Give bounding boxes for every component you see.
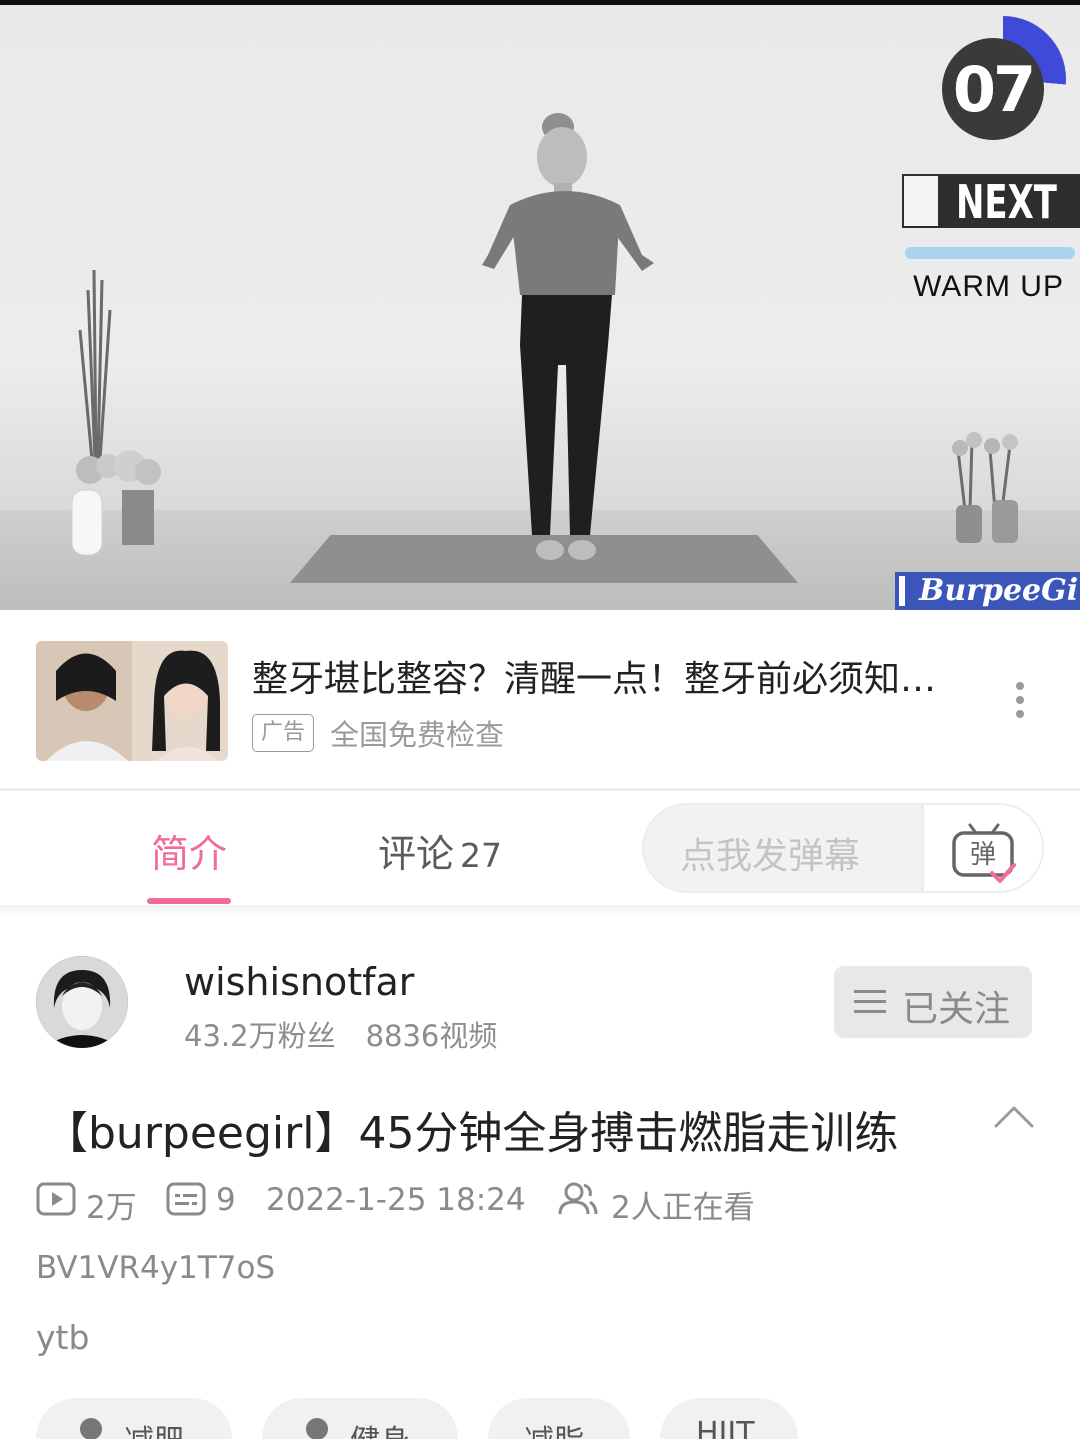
more-vertical-icon[interactable]: [1000, 680, 1040, 720]
next-label: NEXT: [956, 175, 1057, 229]
next-exercise-badge: NEXT: [902, 174, 1080, 228]
followed-button[interactable]: 已关注: [834, 966, 1032, 1038]
tab-comments[interactable]: 评论 27: [378, 823, 502, 878]
danmaku-placeholder: 点我发弹幕: [680, 836, 861, 877]
danmaku-input[interactable]: 点我发弹幕 弹: [642, 803, 1044, 893]
tab-shadow: [0, 905, 1080, 915]
tag-icon: [80, 1418, 102, 1439]
chevron-up-icon[interactable]: [994, 1104, 1034, 1130]
next-progress-bar: [905, 247, 1075, 259]
uploader-stats: 43.2万粉丝 8836视频: [184, 1013, 497, 1055]
followed-label: 已关注: [902, 989, 1011, 1030]
tag-label: 减脂: [524, 1416, 584, 1439]
tab-active-indicator: [147, 898, 231, 904]
play-count-icon: [36, 1182, 76, 1216]
exercise-timer: 07: [942, 38, 1044, 140]
svg-text:弹: 弹: [970, 840, 996, 870]
video-title: 【burpeegirl】45分钟全身搏击燃脂走训练: [44, 1108, 899, 1159]
tag-chip[interactable]: 减脂: [488, 1398, 630, 1439]
danmaku-toggle-button[interactable]: 弹: [922, 805, 1042, 891]
tag-list: 减肥 健身 减脂 HIIT: [0, 1398, 1080, 1439]
next-badge-swatch: [904, 176, 938, 226]
play-count: 2万: [86, 1190, 137, 1226]
status-strip: [0, 0, 1080, 5]
menu-lines-icon: [854, 990, 886, 1013]
danmaku-count: 9: [216, 1182, 236, 1218]
ad-card[interactable]: 整牙堪比整容？清醒一点！整牙前必须知道的那些事 广告 全国免费检查: [0, 610, 1080, 788]
viewers-icon: [558, 1182, 598, 1215]
publish-date: 2022-1-25 18:24: [266, 1182, 526, 1218]
uploader-avatar[interactable]: [36, 956, 128, 1048]
video-plant-left: [71, 270, 161, 556]
watching-count: 2人正在看: [611, 1190, 755, 1226]
uploader-name[interactable]: wishisnotfar: [184, 960, 414, 1004]
video-source: ytb: [36, 1318, 90, 1357]
video-trainer-figure: [482, 113, 654, 560]
ad-badge: 广告: [252, 714, 315, 752]
uploader-fans: 43.2万粉丝: [184, 1019, 336, 1053]
tag-icon: [306, 1418, 328, 1439]
ad-thumbnail-image: [36, 641, 228, 761]
ad-thumbnail[interactable]: [36, 641, 228, 761]
tag-label: HIIT: [696, 1416, 755, 1439]
tag-label: 减肥: [124, 1416, 184, 1439]
uploader-video-count: 8836视频: [365, 1019, 498, 1053]
tag-label: 健身: [350, 1416, 410, 1439]
danmaku-count-icon: [166, 1182, 206, 1216]
detail-tabs: 简介 评论 27 点我发弹幕 弹: [0, 791, 1080, 905]
tab-intro[interactable]: 简介: [151, 823, 227, 878]
tag-chip[interactable]: 健身: [262, 1398, 458, 1439]
bv-id: BV1VR4y1T7oS: [36, 1250, 276, 1286]
brand-watermark: BurpeeGirl: [895, 572, 1080, 610]
tab-comments-label: 评论: [378, 832, 455, 876]
video-plant-right: [952, 432, 1018, 543]
danmu-tv-icon: 弹: [952, 823, 1016, 883]
avatar-image: [36, 956, 128, 1048]
tab-comments-count: 27: [460, 836, 503, 875]
video-player[interactable]: 07 NEXT WARM UP BurpeeGirl: [0, 0, 1080, 610]
tag-chip[interactable]: HIIT: [660, 1398, 798, 1439]
tag-chip[interactable]: 减肥: [36, 1398, 232, 1439]
ad-title[interactable]: 整牙堪比整容？清醒一点！整牙前必须知道的那些事: [252, 650, 972, 702]
next-exercise-name: WARM UP: [913, 270, 1064, 303]
ad-subtitle: 全国免费检查: [330, 718, 505, 752]
